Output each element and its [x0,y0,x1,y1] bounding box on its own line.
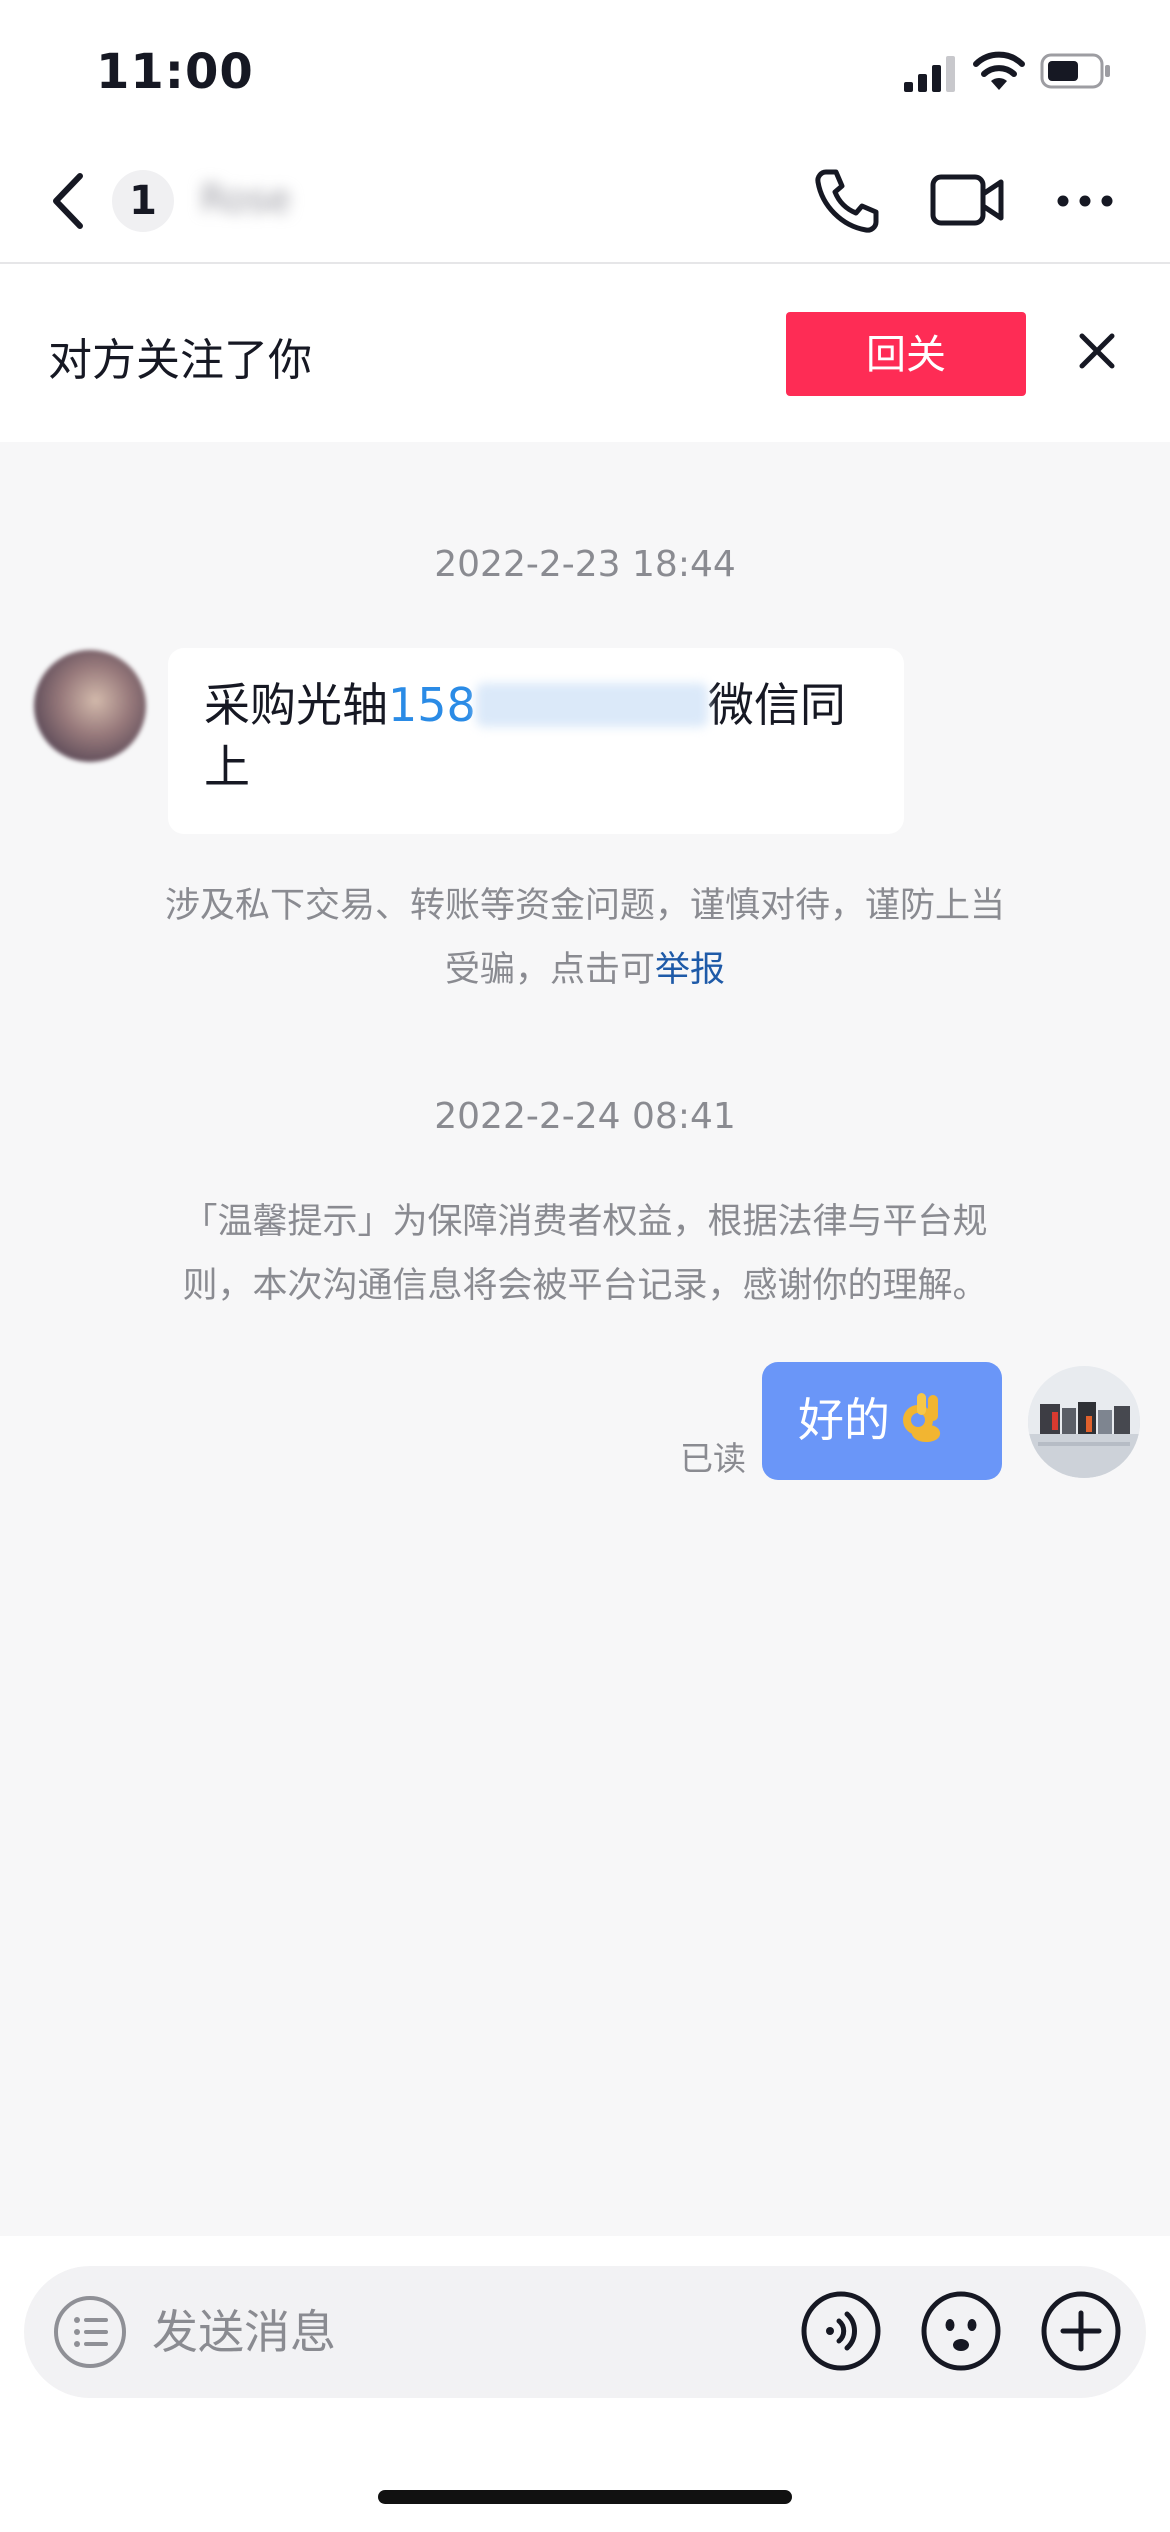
wifi-icon [973,51,1025,90]
follow-notice-text: 对方关注了你 [48,335,312,386]
incoming-message-text: 采购光轴158 微信同上 [204,678,846,794]
message-input-placeholder[interactable]: 发送消息 [152,2302,336,2362]
follow-back-button[interactable]: 回关 [786,312,1026,396]
platform-tip: 「温馨提示」为保障消费者权益，根据法律与平台规则，本次沟通信息将会被平台记录，感… [182,1202,988,1306]
my-avatar[interactable] [1028,1366,1140,1478]
message-timestamp: 2022-2-23 18:44 [434,544,736,585]
incoming-message-bubble[interactable]: 采购光轴158 微信同上 [168,648,904,834]
chat-header: 1 Rose [0,140,1170,264]
phone-call-icon[interactable] [812,166,882,236]
list-menu-icon[interactable] [52,2294,128,2370]
message-timestamp: 2022-2-24 08:41 [434,1096,736,1137]
battery-icon [1040,53,1110,89]
more-options-icon[interactable] [1056,184,1114,218]
read-receipt: 已读 [680,1439,746,1478]
signal-icon [904,56,955,92]
status-time: 11:00 [96,44,254,100]
home-indicator[interactable] [378,2490,792,2504]
phone-number-link[interactable]: 158 [388,678,708,732]
message-composer: 发送消息 [0,2236,1170,2532]
contact-avatar[interactable] [34,650,146,762]
voice-message-icon[interactable] [800,2290,882,2372]
close-icon[interactable] [1078,332,1116,370]
unread-count-badge[interactable]: 1 [112,170,174,232]
outgoing-message-text: 好的 [798,1390,948,1450]
plus-icon[interactable] [1040,2290,1122,2372]
contact-name[interactable]: Rose [200,174,322,224]
ok-hand-emoji-icon [903,1393,941,1442]
phone-number-redacted [475,683,708,727]
emoji-icon[interactable] [920,2290,1002,2372]
outgoing-message-bubble[interactable]: 好的 [762,1362,1002,1480]
follow-banner: 对方关注了你 回关 [0,264,1170,442]
video-call-icon[interactable] [930,172,1004,228]
status-bar: 11:00 [0,0,1170,140]
safety-warning: 涉及私下交易、转账等资金问题，谨慎对待，谨防上当受骗，点击可举报 [164,886,1005,990]
report-link[interactable]: 举报 [655,950,725,990]
message-input-field[interactable]: 发送消息 [24,2266,1146,2398]
avatar-photo [1028,1366,1140,1478]
back-arrow-icon[interactable] [44,168,94,234]
